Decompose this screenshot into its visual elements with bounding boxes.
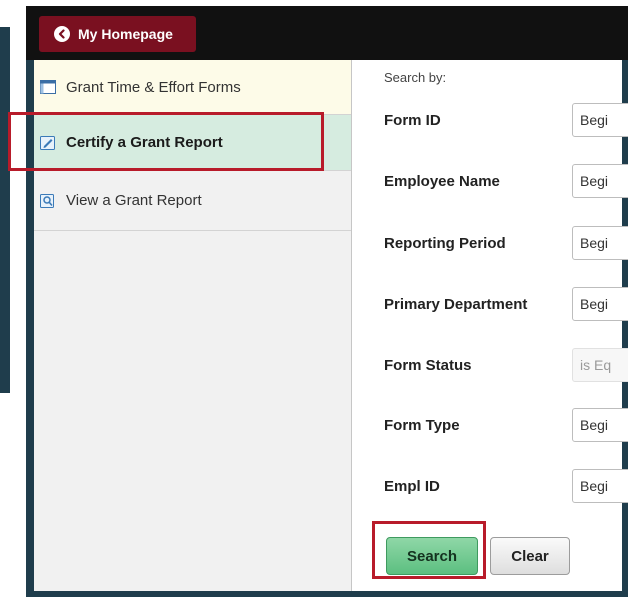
sidebar: Grant Time & Effort Forms Certify a Gran…	[34, 60, 352, 591]
form-status-operator-select: is Eq	[572, 348, 628, 382]
search-button[interactable]: Search	[386, 537, 478, 575]
field-label: Form Status	[384, 357, 472, 374]
sidebar-item-label: Certify a Grant Report	[66, 134, 223, 151]
field-row-employee-name: Employee Name Begi	[352, 164, 628, 200]
field-row-form-id: Form ID Begi	[352, 103, 628, 139]
sidebar-item-view-a-grant-report[interactable]: View a Grant Report	[34, 171, 351, 231]
field-label: Form Type	[384, 417, 460, 434]
primary-department-operator-select[interactable]: Begi	[572, 287, 628, 321]
field-row-form-type: Form Type Begi	[352, 408, 628, 444]
my-homepage-button[interactable]: My Homepage	[39, 16, 196, 52]
sidebar-item-label: Grant Time & Effort Forms	[66, 78, 241, 96]
field-label: Employee Name	[384, 173, 500, 190]
empl-id-operator-select[interactable]: Begi	[572, 469, 628, 503]
left-border-bar	[0, 27, 10, 393]
field-label: Form ID	[384, 112, 441, 129]
edit-icon	[40, 135, 56, 150]
table-icon	[40, 80, 56, 94]
field-row-reporting-period: Reporting Period Begi	[352, 226, 628, 262]
field-label: Primary Department	[384, 296, 528, 313]
header-bar: My Homepage	[26, 6, 628, 60]
search-by-heading: Search by:	[384, 70, 447, 85]
form-id-operator-select[interactable]: Begi	[572, 103, 628, 137]
sidebar-item-certify-a-grant-report[interactable]: Certify a Grant Report	[34, 115, 351, 171]
app-frame: My Homepage Grant Time & Effort Forms Ce…	[26, 6, 628, 597]
form-type-operator-select[interactable]: Begi	[572, 408, 628, 442]
clear-button[interactable]: Clear	[490, 537, 570, 575]
field-row-primary-department: Primary Department Begi	[352, 287, 628, 323]
search-doc-icon	[40, 193, 56, 208]
content-area: Grant Time & Effort Forms Certify a Gran…	[34, 60, 628, 591]
reporting-period-operator-select[interactable]: Begi	[572, 226, 628, 260]
field-label: Empl ID	[384, 478, 440, 495]
field-row-form-status: Form Status is Eq	[352, 348, 628, 384]
search-panel: Search by: Form ID Begi Employee Name Be…	[352, 60, 628, 591]
my-homepage-label: My Homepage	[78, 26, 173, 42]
sidebar-item-label: View a Grant Report	[66, 192, 202, 209]
sidebar-item-grant-time-effort-forms[interactable]: Grant Time & Effort Forms	[34, 60, 351, 115]
field-label: Reporting Period	[384, 235, 506, 252]
employee-name-operator-select[interactable]: Begi	[572, 164, 628, 198]
chevron-left-icon	[54, 26, 70, 42]
field-row-empl-id: Empl ID Begi	[352, 469, 628, 505]
